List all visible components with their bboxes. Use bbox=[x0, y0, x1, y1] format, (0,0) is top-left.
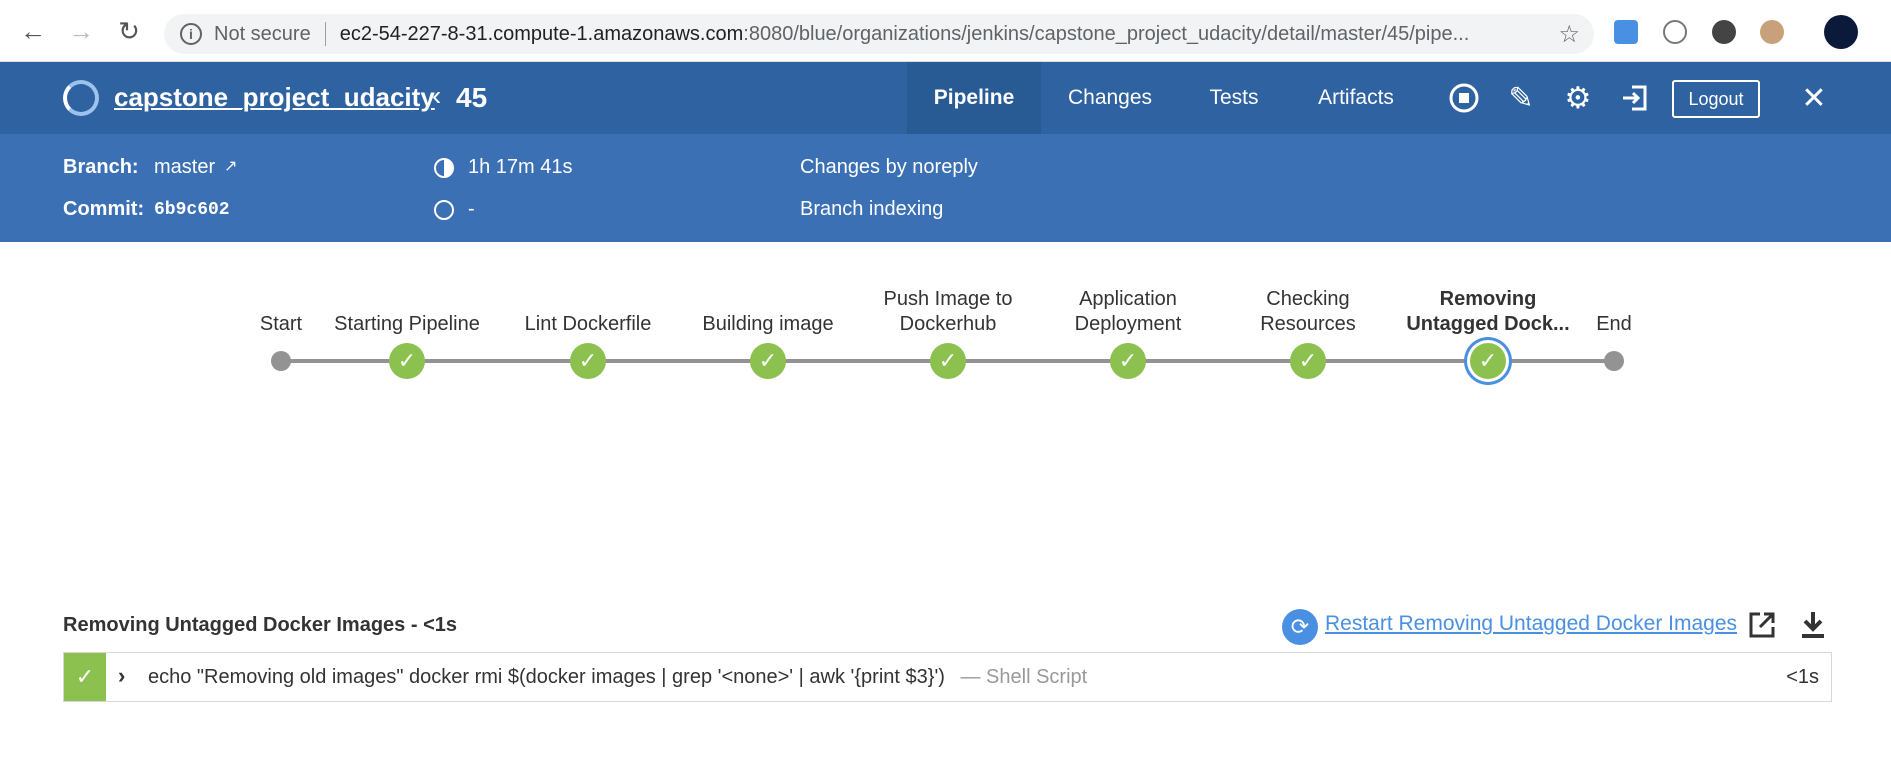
stage-success-node[interactable]: ✓ bbox=[1290, 343, 1326, 379]
stage-success-node[interactable]: ✓ bbox=[1110, 343, 1146, 379]
tab-pipeline[interactable]: Pipeline bbox=[907, 62, 1041, 134]
step-type: — Shell Script bbox=[960, 666, 1088, 688]
commit-value: 6b9c602 bbox=[154, 200, 230, 220]
branch-label: Branch: bbox=[63, 156, 139, 178]
restart-icon[interactable]: ⟳ bbox=[1282, 609, 1318, 645]
duration-value: 1h 17m 41s bbox=[468, 156, 573, 178]
branch-value[interactable]: master bbox=[154, 156, 215, 179]
edit-pencil-icon[interactable]: ✎ bbox=[1503, 80, 1539, 116]
external-link-icon[interactable]: ↗ bbox=[224, 156, 237, 176]
logout-button[interactable]: Logout bbox=[1672, 80, 1760, 118]
run-info-bar: Branch: master ↗ Commit: 6b9c602 1h 17m … bbox=[0, 134, 1891, 242]
security-label: Not secure bbox=[214, 22, 311, 45]
stage-success-node[interactable]: ✓ bbox=[750, 343, 786, 379]
info-icon[interactable]: i bbox=[180, 23, 202, 45]
clock-icon bbox=[434, 200, 454, 220]
bookmark-star-icon[interactable]: ☆ bbox=[1558, 20, 1580, 49]
stage-endpoint-node[interactable] bbox=[271, 351, 291, 371]
download-icon[interactable] bbox=[1797, 609, 1829, 641]
account-avatar[interactable] bbox=[1824, 15, 1858, 49]
url-host: ec2-54-227-8-31.compute-1.amazonaws.com bbox=[339, 22, 744, 45]
gear-icon[interactable]: ⚙ bbox=[1560, 80, 1596, 116]
extension-icon[interactable] bbox=[1712, 20, 1736, 44]
success-check-icon: ✓ bbox=[64, 653, 106, 701]
reload-icon[interactable]: ↻ bbox=[114, 16, 144, 46]
project-name-link[interactable]: capstone_project_udacity bbox=[114, 82, 435, 113]
stage-label[interactable]: Checking Resources bbox=[1208, 287, 1408, 337]
end-time-value: - bbox=[468, 198, 475, 220]
url-path: :8080/blue/organizations/jenkins/capston… bbox=[743, 22, 1470, 45]
back-icon[interactable]: ← bbox=[18, 16, 48, 46]
stage-success-node[interactable]: ✓ bbox=[1470, 343, 1506, 379]
chevron-right-icon[interactable]: › bbox=[118, 663, 125, 689]
commit-label: Commit: bbox=[63, 198, 145, 220]
running-spinner-icon bbox=[63, 80, 99, 116]
stage-endpoint-node[interactable] bbox=[1604, 351, 1624, 371]
stage-label[interactable]: Building image bbox=[668, 287, 868, 337]
log-step-row[interactable]: ✓ › echo "Removing old images" docker rm… bbox=[63, 652, 1832, 702]
exit-icon[interactable] bbox=[1617, 80, 1653, 116]
profile-avatar-icon[interactable] bbox=[1760, 20, 1784, 44]
tab-artifacts[interactable]: Artifacts bbox=[1289, 62, 1423, 134]
tab-changes[interactable]: Changes bbox=[1041, 62, 1179, 134]
run-number: 45 bbox=[456, 82, 488, 113]
extension-icon[interactable] bbox=[1614, 20, 1638, 44]
stage-label[interactable]: End bbox=[1514, 287, 1714, 337]
cause-text: Branch indexing bbox=[800, 198, 944, 220]
address-bar[interactable]: i Not secure ec2-54-227-8-31.compute-1.a… bbox=[164, 14, 1594, 54]
stage-success-node[interactable]: ✓ bbox=[570, 343, 606, 379]
duration-icon bbox=[434, 158, 454, 178]
close-icon[interactable]: ✕ bbox=[1796, 80, 1832, 116]
stage-label[interactable]: Starting Pipeline bbox=[307, 287, 507, 337]
stage-label[interactable]: Application Deployment bbox=[1028, 287, 1228, 337]
stage-success-node[interactable]: ✓ bbox=[930, 343, 966, 379]
step-command: echo "Removing old images" docker rmi $(… bbox=[148, 666, 945, 688]
restart-stage-link[interactable]: Restart Removing Untagged Docker Images bbox=[1325, 612, 1737, 636]
pipeline-graph: Start Starting Pipeline ✓ Lint Dockerfile ✓ B… bbox=[0, 242, 1891, 542]
stage-label[interactable]: Lint Dockerfile bbox=[488, 287, 688, 337]
tab-tests[interactable]: Tests bbox=[1179, 62, 1289, 134]
stop-icon[interactable] bbox=[1446, 80, 1482, 116]
jenkins-header: capstone_project_udacity ‹ 45 Pipeline C… bbox=[0, 62, 1891, 134]
extension-icon[interactable] bbox=[1663, 20, 1687, 44]
changes-text: Changes by noreply bbox=[800, 156, 978, 178]
stage-success-node[interactable]: ✓ bbox=[389, 343, 425, 379]
forward-icon[interactable]: → bbox=[66, 16, 96, 46]
chevron-left-icon: ‹ bbox=[432, 80, 442, 111]
step-title: Removing Untagged Docker Images - <1s bbox=[63, 614, 458, 636]
step-duration: <1s bbox=[1786, 666, 1819, 688]
stage-label[interactable]: Push Image to Dockerhub bbox=[848, 287, 1048, 337]
browser-toolbar: ← → ↻ i Not secure ec2-54-227-8-31.compu… bbox=[0, 0, 1891, 62]
open-external-icon[interactable] bbox=[1746, 609, 1778, 641]
